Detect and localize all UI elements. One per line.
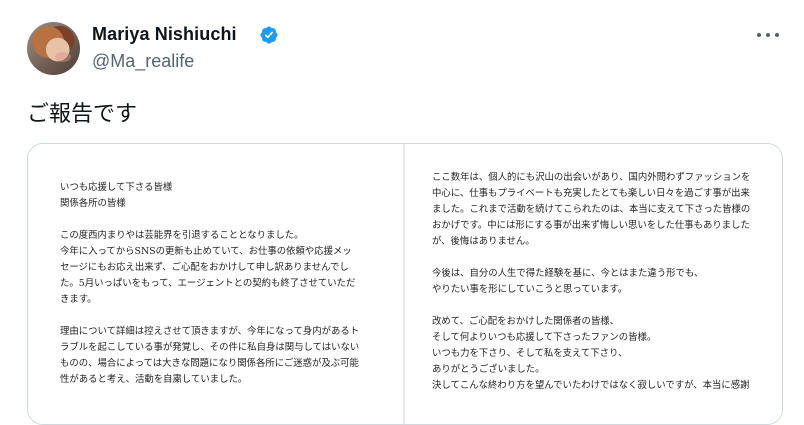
- statement-line: 中心に、仕事もプライベートも充実したとても楽しい日々を過ごす事が出来: [432, 188, 750, 199]
- statement-line: 理由について詳細は控えさせて頂きますが、今年になって身内があるト: [60, 326, 360, 337]
- statement-line: いつも応援して下さる皆様: [60, 182, 173, 193]
- statement-page-left: いつも応援して下さる皆様 関係各所の皆様この度西内まりやは芸能界を引退することとな…: [28, 144, 404, 424]
- tweet-media-image[interactable]: いつも応援して下さる皆様 関係各所の皆様この度西内まりやは芸能界を引退することとな…: [27, 143, 783, 425]
- tweet-text: ご報告です: [27, 102, 138, 127]
- verified-badge-icon: [260, 26, 278, 44]
- statement-line: た。5月いっぱいをもって、エージェントとの契約も終了させていただ: [60, 278, 356, 289]
- statement-line: おかげです。中には形にする事が出来ず悔しい思いをした仕事もありました: [432, 220, 750, 231]
- statement-line: 今後は、自分の人生で得た経験を基に、今とはまた違う形でも、: [432, 268, 704, 279]
- statement-line: 今年に入ってからSNSの更新も止めていて、お仕事の依頼や応援メッ: [60, 246, 352, 257]
- author-avatar[interactable]: [27, 22, 80, 75]
- statement-line: ここ数年は、個人的にも沢山の出会いがあり、国内外問わずファッションを: [432, 172, 751, 183]
- statement-line: 決してこんな終わり方を望んでいたわけではなく寂しいですが、本当に感謝: [432, 380, 750, 391]
- statement-line: [432, 298, 750, 314]
- statement-line: 関係各所の皆様: [60, 198, 126, 209]
- author-handle[interactable]: @Ma_realife: [92, 51, 194, 72]
- statement-line: 性があると考え、活動を自粛していました。: [60, 374, 248, 385]
- statement-line: ありがとうございました。: [432, 364, 545, 375]
- more-options-icon[interactable]: [754, 24, 782, 46]
- statement-page-right: ここ数年は、個人的にも沢山の出会いがあり、国内外問わずファッションを 中心に、仕事…: [405, 144, 782, 424]
- statement-line: が、後悔はありません。: [432, 236, 535, 247]
- statement-line: きます。: [60, 294, 97, 305]
- statement-line: ラブルを起こしている事が発覚し、その件に私自身は関与してはいない: [60, 342, 360, 353]
- statement-line: [60, 212, 359, 228]
- statement-line: [60, 308, 359, 324]
- statement-line: この度西内まりやは芸能界を引退することとなりました。: [60, 230, 304, 241]
- statement-line: ました。これまで活動を続けてこられたのは、本当に支えて下さった皆様の: [432, 204, 751, 215]
- statement-line: ものの、場合によっては大きな問題になり関係各所にご迷惑が及ぶ可能: [60, 358, 359, 369]
- statement-line: いつも力を下さり、そして私を支えて下さり、: [432, 348, 628, 359]
- author-display-name[interactable]: Mariya Nishiuchi: [92, 24, 237, 45]
- statement-line: やりたい事を形にしていこうと思っています。: [432, 284, 628, 295]
- statement-line: セージにもお応え出来ず、ご心配をおかけして申し訳ありませんでし: [60, 262, 349, 273]
- statement-line: 改めて、ご心配をおかけした関係者の皆様、: [432, 316, 620, 327]
- statement-line: [432, 250, 750, 266]
- statement-line: そして何よりいつも応援して下さったファンの皆様。: [432, 332, 657, 343]
